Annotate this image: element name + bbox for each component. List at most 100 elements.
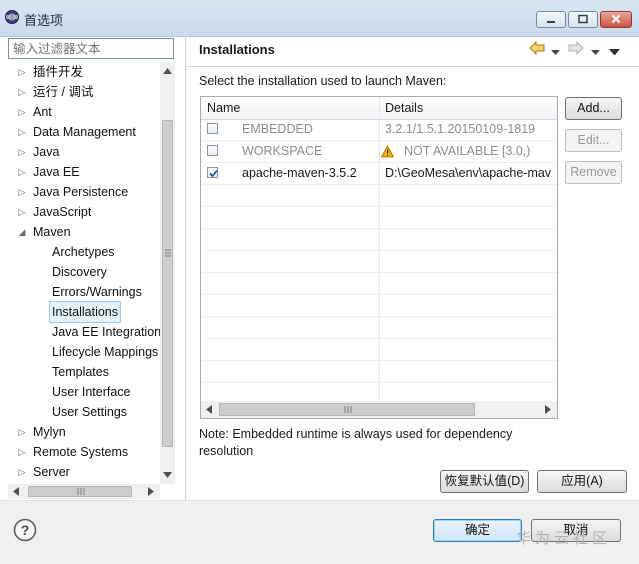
tree-collapsed-icon[interactable]: ▷ <box>16 462 28 482</box>
page-title: Installations <box>199 42 275 57</box>
check-icon <box>209 169 218 178</box>
tree-item-label: 运行 / 调试 <box>33 85 94 99</box>
tree-collapsed-icon[interactable]: ▷ <box>16 182 28 202</box>
tree-item-label: Discovery <box>52 265 107 279</box>
table-horizontal-scrollbar[interactable] <box>201 401 557 418</box>
tree-item-label: Mylyn <box>33 425 66 439</box>
tree-collapsed-icon[interactable]: ▷ <box>16 102 28 122</box>
column-header-name[interactable]: Name <box>207 101 240 115</box>
close-icon <box>611 14 621 24</box>
tree-scroll-thumb[interactable] <box>162 120 173 447</box>
table-row <box>201 295 557 317</box>
maximize-button[interactable] <box>568 11 598 28</box>
back-button[interactable] <box>529 40 545 58</box>
grip-icon <box>77 488 85 495</box>
edit-button[interactable]: Edit... <box>565 129 622 152</box>
installation-details: 3.2.1/1.5.1.20150109-1819 <box>385 122 536 136</box>
chevron-down-icon <box>551 50 560 55</box>
tree-expanded-icon[interactable]: ◢ <box>16 222 28 242</box>
restore-defaults-button[interactable]: 恢复默认值(D) <box>440 470 529 493</box>
tree-item-label: 插件开发 <box>33 65 84 79</box>
scroll-left-icon <box>13 487 19 496</box>
tree-item-label: Installations <box>48 301 122 323</box>
tree-collapsed-icon[interactable]: ▷ <box>16 202 28 222</box>
ok-button[interactable]: 确定 <box>433 519 522 542</box>
menu-triangle-icon <box>609 49 620 56</box>
tree-item-label: Errors/Warnings <box>52 285 142 299</box>
maximize-icon <box>578 14 588 24</box>
instruction-text: Select the installation used to launch M… <box>199 74 447 88</box>
tree-collapsed-icon[interactable]: ▷ <box>16 162 28 182</box>
table-row[interactable]: EMBEDDED 3.2.1/1.5.1.20150109-1819 <box>201 119 557 141</box>
table-row <box>201 185 557 207</box>
remove-button[interactable]: Remove <box>565 161 622 184</box>
add-button[interactable]: Add... <box>565 97 622 120</box>
back-history-dropdown[interactable] <box>551 45 560 59</box>
filter-input[interactable] <box>8 38 174 59</box>
installation-name: WORKSPACE <box>242 144 323 158</box>
scroll-right-icon <box>545 405 551 414</box>
tree-collapsed-icon[interactable]: ▷ <box>16 142 28 162</box>
table-row <box>201 207 557 229</box>
table-row <box>201 273 557 295</box>
table-row[interactable]: WORKSPACE NOT AVAILABLE [3.0,) <box>201 141 557 163</box>
tree-collapsed-icon[interactable]: ▷ <box>16 62 28 82</box>
scroll-right-icon <box>148 487 154 496</box>
tree-item-label: Server <box>33 465 70 479</box>
tree-item-label: Ant <box>33 105 52 119</box>
tree-horizontal-scrollbar[interactable] <box>8 484 160 499</box>
grip-icon <box>165 249 171 257</box>
watermark-text: 华为云社区 <box>516 530 612 547</box>
chevron-down-icon <box>591 50 600 55</box>
tree-item-label: JavaScript <box>33 205 92 219</box>
close-button[interactable] <box>600 11 632 28</box>
tree-item-label: Archetypes <box>52 245 115 259</box>
scroll-up-icon <box>163 68 172 74</box>
minimize-button[interactable] <box>536 11 566 28</box>
tree-item-label: Lifecycle Mappings <box>52 345 159 359</box>
eclipse-app-icon <box>5 10 19 24</box>
window-title: 首选项 <box>24 13 64 28</box>
svg-text:?: ? <box>21 522 30 538</box>
apply-button[interactable]: 应用(A) <box>537 470 627 493</box>
installation-details: D:\GeoMesa\env\apache-mav <box>385 166 552 180</box>
tree-item-label: Java Persistence <box>33 185 129 199</box>
embedded-runtime-note: Note: Embedded runtime is always used fo… <box>199 427 513 458</box>
help-icon[interactable]: ? <box>13 518 37 542</box>
installation-checkbox[interactable] <box>207 145 218 156</box>
forward-history-dropdown[interactable] <box>591 45 600 59</box>
tree-hscroll-thumb[interactable] <box>28 486 132 497</box>
installation-details: NOT AVAILABLE [3.0,) <box>404 144 531 158</box>
table-row <box>201 251 557 273</box>
table-row <box>201 361 557 383</box>
warning-icon <box>381 145 394 158</box>
installation-checkbox[interactable] <box>207 123 218 134</box>
tree-collapsed-icon[interactable]: ▷ <box>16 422 28 442</box>
tree-collapsed-icon[interactable]: ▷ <box>16 442 28 462</box>
scroll-left-icon <box>206 405 212 414</box>
table-row <box>201 339 557 361</box>
table-row[interactable]: apache-maven-3.5.2 D:\GeoMesa\env\apache-… <box>201 163 557 185</box>
table-hscroll-thumb[interactable] <box>219 403 475 416</box>
tree-item-label: Remote Systems <box>33 445 129 459</box>
tree-collapsed-icon[interactable]: ▷ <box>16 82 28 102</box>
installations-table: Name Details EMBEDDED 3.2.1/1.5.1.2015010… <box>200 96 558 419</box>
installation-checkbox[interactable] <box>207 167 218 178</box>
scroll-down-icon <box>163 472 172 478</box>
tree-item-label: User Settings <box>52 405 128 419</box>
tree-item-label: Java EE Integration <box>52 325 160 339</box>
installation-name: EMBEDDED <box>242 122 313 136</box>
forward-button[interactable] <box>568 40 584 58</box>
view-menu-button[interactable] <box>609 45 620 59</box>
tree-collapsed-icon[interactable]: ▷ <box>16 122 28 142</box>
tree-vertical-scrollbar[interactable] <box>160 62 175 484</box>
column-header-details[interactable]: Details <box>385 101 423 115</box>
table-row <box>201 317 557 339</box>
tree-item-label: Java <box>33 145 60 159</box>
tree-item-label: Maven <box>33 225 71 239</box>
preferences-tree: ▷ 插件开发 ▷ 运行 / 调试 ▷ Ant ▷ Data Management ▷ Java ▷ J… <box>8 62 160 484</box>
minimize-icon <box>547 21 555 23</box>
forward-arrow-icon <box>568 40 584 56</box>
back-arrow-icon <box>529 40 545 56</box>
grip-icon <box>344 406 352 413</box>
